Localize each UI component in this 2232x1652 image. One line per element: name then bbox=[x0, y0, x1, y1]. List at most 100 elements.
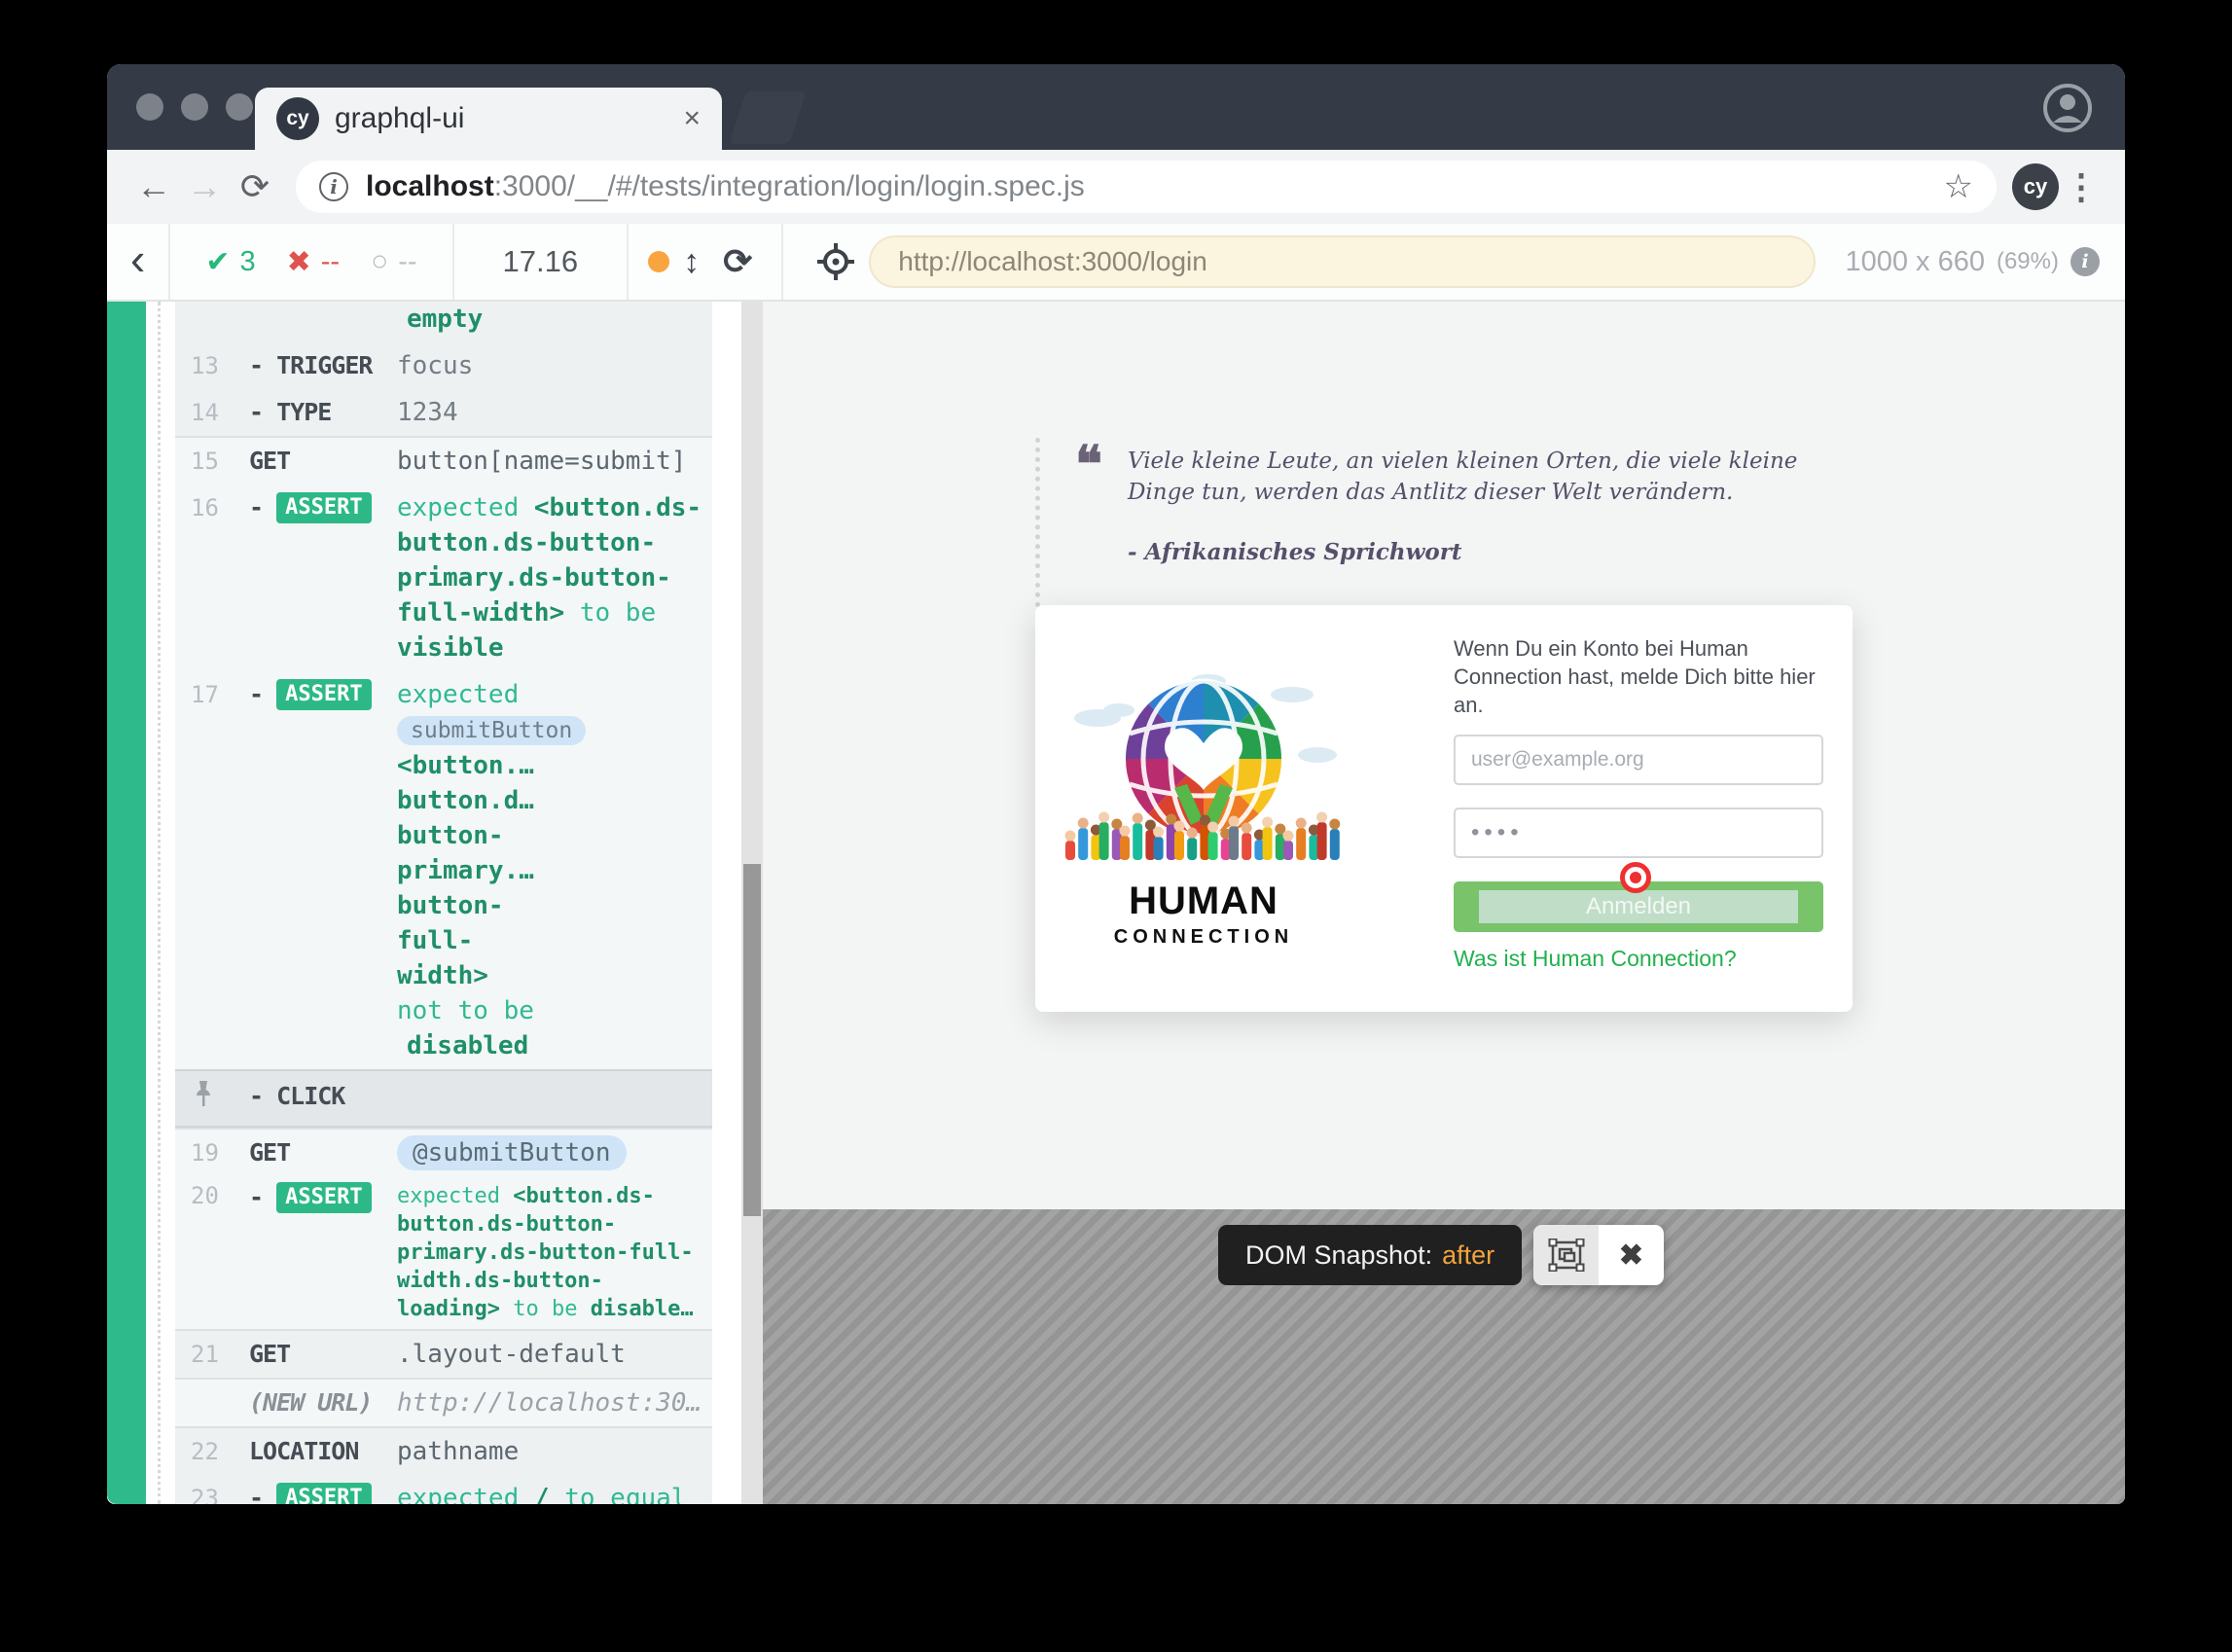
highlight-toggle-button[interactable] bbox=[1533, 1225, 1599, 1285]
browser-menu-icon[interactable]: ⋮ bbox=[2059, 166, 2104, 207]
back-to-tests[interactable]: ‹ bbox=[107, 224, 170, 300]
command-row[interactable]: 17- ASSERTexpected submitButton<button.…… bbox=[175, 671, 712, 1069]
command-name: (NEW URL) bbox=[249, 1385, 397, 1420]
dom-snapshot-state: after bbox=[1442, 1240, 1494, 1271]
test-duration: 17.16 bbox=[454, 224, 630, 300]
reporter-scrollbar[interactable] bbox=[741, 302, 763, 1504]
viewport-info-icon[interactable]: i bbox=[2070, 247, 2100, 276]
runner-main: empty13- TRIGGERfocus14- TYPE123415GETbu… bbox=[107, 302, 2125, 1504]
test-stats: ✔ 3 ✖ -- ○ -- bbox=[170, 224, 453, 300]
auto-scroll-dot-icon[interactable] bbox=[648, 251, 669, 272]
what-is-link[interactable]: Was ist Human Connection? bbox=[1454, 946, 1737, 972]
dom-snapshot-banner: DOM Snapshot: after bbox=[1218, 1225, 1522, 1285]
browser-url-bar: ← → ⟳ i localhost:3000/__/#/tests/integr… bbox=[107, 150, 2125, 224]
profile-avatar-icon[interactable] bbox=[2043, 84, 2092, 132]
brand-wordmark-line1: HUMAN bbox=[1062, 880, 1345, 923]
command-row[interactable]: 13- TRIGGERfocus bbox=[175, 342, 712, 389]
screenshot-stage: cy graphql-ui × ← → ⟳ i localhost:3000/_… bbox=[0, 0, 2232, 1652]
command-name: GET bbox=[249, 1135, 397, 1170]
cypress-toolbar: ‹ ✔ 3 ✖ -- ○ -- 17.16 bbox=[107, 224, 2125, 302]
command-row[interactable]: 14- TYPE1234 bbox=[175, 389, 712, 436]
password-input[interactable] bbox=[1454, 808, 1823, 858]
dom-snapshot-label: DOM Snapshot: bbox=[1245, 1240, 1432, 1271]
cypress-extension-icon[interactable]: cy bbox=[2012, 163, 2059, 210]
quote-text: Viele kleine Leute, an vielen kleinen Or… bbox=[1128, 446, 1828, 508]
window-zoom-button[interactable] bbox=[226, 93, 253, 121]
command-name: - ASSERT bbox=[249, 1481, 397, 1504]
command-row[interactable]: (NEW URL)http://localhost:30… bbox=[175, 1378, 712, 1426]
scroll-toggle-icon[interactable]: ↕ bbox=[683, 243, 700, 281]
command-message: pathname bbox=[397, 1434, 702, 1469]
stat-failed: ✖ -- bbox=[287, 245, 340, 279]
browser-tab[interactable]: cy graphql-ui × bbox=[255, 88, 722, 150]
tab-close-icon[interactable]: × bbox=[683, 102, 701, 135]
pin-icon bbox=[191, 1079, 249, 1118]
command-row[interactable]: empty bbox=[175, 302, 712, 342]
dom-snapshot-controls: ✖ bbox=[1533, 1225, 1664, 1285]
command-number: 16 bbox=[191, 490, 249, 665]
command-row[interactable]: 16- ASSERTexpected <button.ds-button.ds-… bbox=[175, 485, 712, 671]
window-close-button[interactable] bbox=[136, 93, 163, 121]
test-passed-indicator bbox=[107, 302, 146, 1504]
command-row[interactable]: 21GET.layout-default bbox=[175, 1329, 712, 1378]
viewport-zoom: (69%) bbox=[1997, 248, 2059, 275]
command-name: - ASSERT bbox=[249, 677, 397, 1063]
command-row[interactable]: 22LOCATIONpathname bbox=[175, 1426, 712, 1475]
command-row[interactable]: 19GET@submitButton bbox=[175, 1128, 712, 1176]
login-card: HUMAN CONNECTION Wenn Du ein Konto bei H… bbox=[1035, 605, 1853, 1012]
scrollbar-thumb[interactable] bbox=[743, 864, 761, 1216]
bookmark-star-icon[interactable]: ☆ bbox=[1944, 167, 1973, 206]
browser-tab-bar: cy graphql-ui × bbox=[107, 64, 2125, 150]
pinned-command-row[interactable]: - CLICK bbox=[175, 1069, 712, 1128]
command-number: 19 bbox=[191, 1135, 249, 1170]
reload-icon[interactable]: ⟳ bbox=[230, 166, 280, 207]
command-row[interactable]: 23- ASSERTexpected / to equal/ bbox=[175, 1475, 712, 1504]
command-log-rows: empty13- TRIGGERfocus14- TYPE123415GETbu… bbox=[175, 302, 712, 1504]
command-number: 20 bbox=[191, 1182, 249, 1323]
restart-tests-icon[interactable]: ⟳ bbox=[723, 241, 752, 282]
command-row[interactable]: 20- ASSERTexpected <button.ds-button.ds-… bbox=[175, 1176, 712, 1329]
command-number: 17 bbox=[191, 677, 249, 1063]
app-url-field[interactable]: http://localhost:3000/login bbox=[869, 235, 1816, 288]
command-message: expected <button.ds-button.ds-button-pri… bbox=[397, 490, 702, 665]
window-controls[interactable] bbox=[136, 93, 253, 121]
command-message: empty bbox=[397, 302, 702, 337]
page-info-icon[interactable]: i bbox=[319, 172, 348, 201]
highlight-icon bbox=[1548, 1239, 1585, 1272]
login-intro-text: Wenn Du ein Konto bei Human Connection h… bbox=[1454, 634, 1829, 719]
close-snapshot-button[interactable]: ✖ bbox=[1599, 1225, 1664, 1285]
command-name: - ASSERT bbox=[249, 1182, 397, 1323]
command-name: GET bbox=[249, 444, 397, 479]
url-text[interactable]: localhost:3000/__/#/tests/integration/lo… bbox=[366, 170, 1944, 203]
command-log-panel: empty13- TRIGGERfocus14- TYPE123415GETbu… bbox=[107, 302, 741, 1504]
log-dotted-guide bbox=[158, 302, 161, 1504]
command-name: LOCATION bbox=[249, 1434, 397, 1469]
window-minimize-button[interactable] bbox=[181, 93, 208, 121]
command-message: expected / to equal/ bbox=[397, 1481, 702, 1504]
command-name: GET bbox=[249, 1337, 397, 1372]
command-message: expected submitButton<button.…button.d…b… bbox=[397, 677, 702, 1063]
stat-passed: ✔ 3 bbox=[205, 245, 255, 279]
forward-icon[interactable]: → bbox=[179, 166, 230, 207]
command-number: 13 bbox=[191, 348, 249, 383]
command-row[interactable]: 15GETbutton[name=submit] bbox=[175, 436, 712, 485]
assert-badge: ASSERT bbox=[276, 492, 371, 523]
command-number: 15 bbox=[191, 444, 249, 479]
command-message bbox=[397, 1079, 702, 1118]
command-number: 21 bbox=[191, 1337, 249, 1372]
x-icon: ✖ bbox=[287, 245, 311, 279]
browser-window: cy graphql-ui × ← → ⟳ i localhost:3000/_… bbox=[107, 64, 2125, 1504]
command-message: button[name=submit] bbox=[397, 444, 702, 479]
selector-playground-icon[interactable] bbox=[816, 242, 855, 281]
close-icon: ✖ bbox=[1619, 1239, 1643, 1273]
tab-title: graphql-ui bbox=[335, 102, 683, 135]
command-number bbox=[191, 302, 249, 337]
command-message: expected <button.ds-button.ds-button-pri… bbox=[397, 1182, 702, 1323]
human-connection-logo bbox=[1062, 665, 1345, 884]
assert-badge: ASSERT bbox=[276, 679, 371, 710]
quote-block: ❝ Viele kleine Leute, an vielen kleinen … bbox=[1035, 438, 1843, 607]
email-input[interactable] bbox=[1454, 735, 1823, 785]
back-icon[interactable]: ← bbox=[128, 166, 179, 207]
new-tab-button[interactable] bbox=[729, 91, 807, 144]
address-input[interactable]: i localhost:3000/__/#/tests/integration/… bbox=[296, 161, 1997, 213]
